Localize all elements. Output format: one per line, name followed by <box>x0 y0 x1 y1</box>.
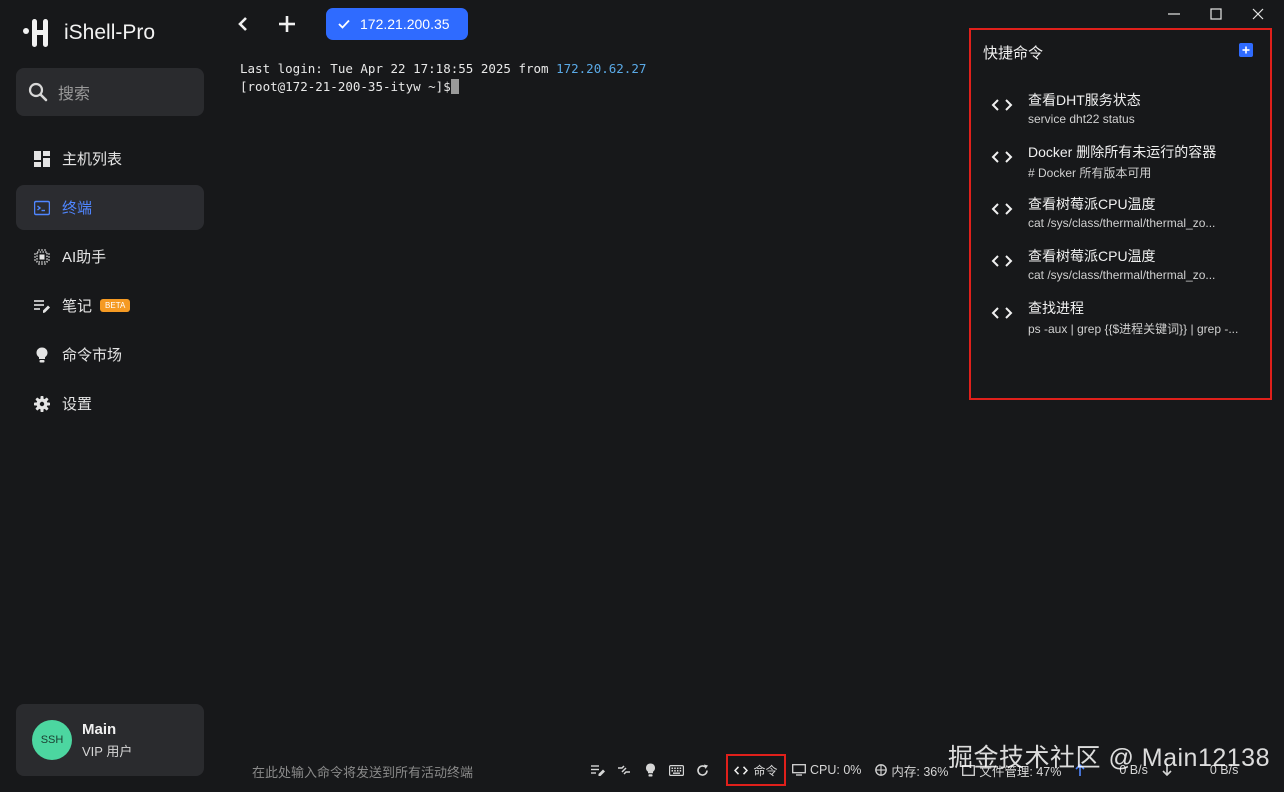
quick-command-name: 查看DHT服务状态 <box>1028 92 1141 108</box>
sidebar-item-label: AI助手 <box>62 249 107 266</box>
code-icon <box>991 255 1013 267</box>
quick-command-text: cat /sys/class/thermal/thermal_zo... <box>1028 216 1216 230</box>
beta-badge: BETA <box>100 299 131 312</box>
reconnect-button[interactable] <box>694 762 710 778</box>
plus-icon <box>279 16 295 32</box>
quick-command-name: 查找进程 <box>1028 300 1084 316</box>
sidebar-nav: 主机列表 终端 AI助手 笔记 BETA 命令市场 设置 <box>16 136 204 430</box>
gear-icon <box>34 395 50 412</box>
sidebar-item-label: 笔记 <box>62 298 93 315</box>
sidebar-item-label: 终端 <box>62 200 93 217</box>
quick-command-item[interactable]: 查看树莓派CPU温度 cat /sys/class/thermal/therma… <box>971 194 1270 246</box>
code-icon <box>991 99 1013 111</box>
refresh-icon <box>696 764 708 776</box>
sidebar-item-notes[interactable]: 笔记 BETA <box>16 283 204 328</box>
quick-command-name: 查看树莓派CPU温度 <box>1028 248 1156 264</box>
sidebar-item-label: 设置 <box>62 396 93 413</box>
session-tab[interactable]: 172.21.200.35 <box>326 8 468 40</box>
memory-status: 内存: 36% <box>875 761 948 780</box>
monitor-icon <box>792 764 806 776</box>
minimize-icon <box>1168 13 1180 15</box>
quick-command-text: ps -aux | grep {{$进程关键词}} | grep -... <box>1028 322 1239 336</box>
terminal-ip: 172.20.62.27 <box>556 61 647 76</box>
close-icon <box>1252 8 1264 20</box>
sidebar-item-command-market[interactable]: 命令市场 <box>16 332 204 377</box>
sidebar-item-settings[interactable]: 设置 <box>16 381 204 426</box>
chevron-left-icon <box>238 17 247 31</box>
maximize-icon <box>1210 8 1222 20</box>
new-tab-button[interactable] <box>274 11 300 37</box>
transfer-icon <box>618 765 630 775</box>
command-button-label: 命令 <box>753 763 778 778</box>
code-icon <box>991 151 1013 163</box>
window-controls <box>1166 6 1266 22</box>
quick-command-item[interactable]: 查找进程 ps -aux | grep {{$进程关键词}} | grep -.… <box>971 298 1270 350</box>
ai-chip-icon <box>34 248 50 265</box>
lightbulb-icon <box>645 763 655 777</box>
user-role: VIP 用户 <box>82 743 133 759</box>
memory-usage: 内存: 36% <box>891 764 949 779</box>
dashboard-icon <box>34 150 50 167</box>
sidebar-item-label: 命令市场 <box>62 347 123 364</box>
quick-command-text: cat /sys/class/thermal/thermal_zo... <box>1028 268 1216 282</box>
quick-command-item[interactable]: Docker 删除所有未运行的容器 # Docker 所有版本可用 <box>971 142 1270 194</box>
command-button[interactable]: 命令 <box>726 754 786 786</box>
quick-command-text: # Docker 所有版本可用 <box>1028 166 1152 180</box>
sidebar-item-ai-assistant[interactable]: AI助手 <box>16 234 204 279</box>
quick-commands-list: 查看DHT服务状态 service dht22 status Docker 删除… <box>971 90 1270 350</box>
quick-command-name: 查看树莓派CPU温度 <box>1028 196 1156 212</box>
transfer-button[interactable] <box>616 762 632 778</box>
top-bar: 172.21.200.35 <box>230 8 468 40</box>
terminal-icon <box>34 200 50 215</box>
terminal-line: Last login: Tue Apr 22 17:18:55 2025 fro… <box>240 60 940 78</box>
note-button[interactable] <box>590 762 606 778</box>
avatar: SSH <box>32 720 72 760</box>
note-edit-icon <box>34 299 50 313</box>
code-icon <box>734 765 749 775</box>
keyboard-button[interactable] <box>668 762 684 778</box>
tips-button[interactable] <box>642 762 658 778</box>
cpu-usage: CPU: 0% <box>810 763 862 777</box>
sidebar-item-host-list[interactable]: 主机列表 <box>16 136 204 181</box>
maximize-button[interactable] <box>1208 6 1224 22</box>
quick-command-item[interactable]: 查看树莓派CPU温度 cat /sys/class/thermal/therma… <box>971 246 1270 298</box>
app-logo: iShell-Pro <box>22 16 155 50</box>
memory-icon <box>875 764 888 776</box>
broadcast-input[interactable]: 在此处输入命令将发送到所有活动终端 <box>252 762 473 781</box>
terminal-output[interactable]: Last login: Tue Apr 22 17:18:55 2025 fro… <box>240 60 940 96</box>
sidebar-item-label: 主机列表 <box>62 151 123 168</box>
terminal-cursor <box>450 79 459 94</box>
quick-command-item[interactable]: 查看DHT服务状态 service dht22 status <box>971 90 1270 142</box>
note-edit-icon <box>591 765 605 776</box>
close-button[interactable] <box>1250 6 1266 22</box>
quick-commands-title: 快捷命令 <box>983 45 1044 62</box>
keyboard-icon <box>668 764 684 776</box>
search-icon <box>28 82 48 102</box>
search-placeholder: 搜索 <box>58 86 91 103</box>
terminal-line: [root@172-21-200-35-ityw ~]$ <box>240 78 940 96</box>
sidebar-item-terminal[interactable]: 终端 <box>16 185 204 230</box>
user-name: Main <box>82 720 117 738</box>
app-logo-icon <box>23 19 48 47</box>
add-command-button[interactable] <box>1239 43 1253 57</box>
quick-command-text: service dht22 status <box>1028 112 1135 126</box>
lightbulb-icon <box>36 347 48 362</box>
minimize-button[interactable] <box>1166 6 1182 22</box>
code-icon <box>991 203 1013 215</box>
user-card[interactable]: SSH Main VIP 用户 <box>16 704 204 776</box>
back-button[interactable] <box>230 11 256 37</box>
watermark: 掘金技术社区 @ Main12138 <box>948 744 1270 772</box>
quick-command-name: Docker 删除所有未运行的容器 <box>1028 144 1217 160</box>
quick-commands-panel: 快捷命令 查看DHT服务状态 service dht22 status Dock… <box>969 28 1272 400</box>
search-box[interactable]: 搜索 <box>16 68 204 116</box>
check-icon <box>338 19 350 29</box>
cpu-status: CPU: 0% <box>792 763 861 777</box>
app-name: iShell-Pro <box>64 21 156 44</box>
session-tab-label: 172.21.200.35 <box>360 16 450 32</box>
sidebar: iShell-Pro 搜索 主机列表 终端 AI助手 笔记 BETA 命令市场 … <box>0 0 220 792</box>
terminal-prompt: [root@172-21-200-35-ityw ~]$ <box>240 79 451 94</box>
terminal-text: Last login: Tue Apr 22 17:18:55 2025 fro… <box>240 61 557 76</box>
code-icon <box>991 307 1013 319</box>
plus-icon <box>1242 46 1250 54</box>
